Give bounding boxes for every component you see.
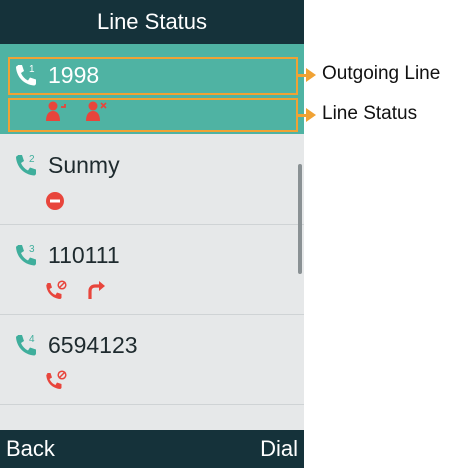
do-not-disturb-icon <box>46 192 64 210</box>
softkey-bar: Back Dial <box>0 430 304 468</box>
line-head: 2 Sunmy <box>12 148 120 182</box>
line-head: 4 6594123 <box>12 328 138 362</box>
line-status-row <box>44 188 68 214</box>
line-index: 2 <box>29 154 35 165</box>
line-item-3[interactable]: 3 110111 <box>0 224 304 315</box>
line-item-2[interactable]: 2 Sunmy <box>0 134 304 225</box>
back-softkey[interactable]: Back <box>6 436 55 462</box>
call-forward-icon <box>88 281 105 299</box>
outgoing-line-highlight <box>8 57 298 95</box>
outgoing-line-arrow <box>298 68 316 82</box>
outgoing-line-label: Outgoing Line <box>322 63 441 84</box>
line-status-row <box>44 278 108 304</box>
line-phone-icon: 4 <box>16 334 36 356</box>
page-title: Line Status <box>96 9 208 34</box>
line-item-4[interactable]: 4 6594123 <box>0 314 304 405</box>
line-phone-icon: 2 <box>16 154 36 176</box>
line-phone-icon: 3 <box>16 244 36 266</box>
scrollbar[interactable] <box>298 164 302 274</box>
dial-softkey[interactable]: Dial <box>260 436 298 462</box>
line-head: 3 110111 <box>12 238 120 272</box>
line-number: 110111 <box>48 241 120 268</box>
line-number: Sunmy <box>48 151 120 178</box>
call-rejected-icon <box>46 370 67 389</box>
line-number: 6594123 <box>48 331 138 358</box>
line-status-label: Line Status <box>322 103 418 124</box>
line-index: 4 <box>29 334 35 345</box>
line-status-row <box>44 368 68 394</box>
call-rejected-icon <box>46 280 67 299</box>
line-status-highlight <box>8 98 298 132</box>
line-status-arrow <box>298 108 316 122</box>
line-index: 3 <box>29 244 35 255</box>
title-bar: Line Status <box>0 0 304 44</box>
